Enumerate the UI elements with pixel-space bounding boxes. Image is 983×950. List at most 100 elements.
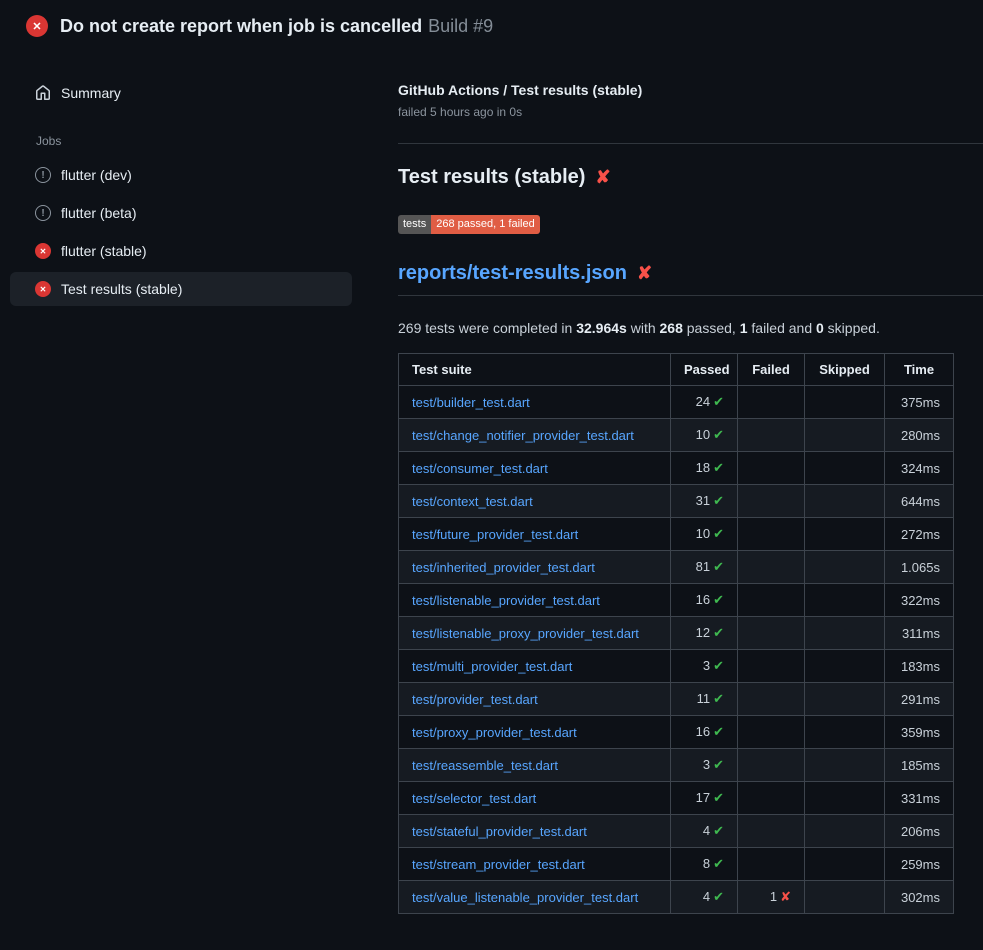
sidebar-job-item[interactable]: ! flutter (beta) [10, 196, 352, 230]
breadcrumb: GitHub Actions / Test results (stable) [398, 82, 983, 98]
time-cell: 322ms [885, 584, 954, 617]
skipped-cell [805, 716, 885, 749]
passed-count: 12 [696, 625, 710, 640]
skipped-cell [805, 881, 885, 914]
passed-cell: 8✔ [671, 848, 738, 881]
page-title: Do not create report when job is cancell… [60, 16, 493, 37]
sidebar-job-item[interactable]: ! flutter (dev) [10, 158, 352, 192]
time-cell: 183ms [885, 650, 954, 683]
time-cell: 185ms [885, 749, 954, 782]
skipped-cell [805, 782, 885, 815]
table-row: test/stateful_provider_test.dart 4✔ 206m… [399, 815, 954, 848]
skipped-cell [805, 551, 885, 584]
check-icon: ✔ [713, 592, 724, 607]
suite-link[interactable]: test/proxy_provider_test.dart [412, 725, 577, 740]
passed-count: 31 [696, 493, 710, 508]
divider [398, 143, 983, 144]
passed-count: 11 [697, 691, 711, 706]
job-label: flutter (stable) [61, 243, 147, 259]
alert-circle-icon: ! [35, 167, 51, 183]
failed-cell [738, 848, 805, 881]
summary-text: passed, [683, 320, 740, 336]
suite-link[interactable]: test/builder_test.dart [412, 395, 530, 410]
results-table: Test suite Passed Failed Skipped Time te… [398, 353, 954, 914]
results-table-body: test/builder_test.dart 24✔ 375ms test/ch… [399, 386, 954, 914]
failed-cell [738, 485, 805, 518]
failed-cell [738, 419, 805, 452]
sidebar-job-item[interactable]: ✕ flutter (stable) [10, 234, 352, 268]
suite-link[interactable]: test/future_provider_test.dart [412, 527, 578, 542]
failed-cell [738, 386, 805, 419]
passed-cell: 12✔ [671, 617, 738, 650]
suite-link[interactable]: test/multi_provider_test.dart [412, 659, 572, 674]
section-title: Test results (stable) ✘ [398, 166, 983, 189]
table-row: test/listenable_proxy_provider_test.dart… [399, 617, 954, 650]
x-circle-icon: ✕ [35, 243, 51, 259]
suite-link[interactable]: test/provider_test.dart [412, 692, 538, 707]
check-icon: ✔ [713, 724, 724, 739]
x-circle-icon: ✕ [35, 281, 51, 297]
passed-cell: 3✔ [671, 650, 738, 683]
suite-link[interactable]: test/reassemble_test.dart [412, 758, 558, 773]
main-content: GitHub Actions / Test results (stable) f… [382, 50, 983, 914]
time-cell: 1.065s [885, 551, 954, 584]
job-label: flutter (beta) [61, 205, 136, 221]
skipped-cell [805, 386, 885, 419]
failed-cell [738, 782, 805, 815]
alert-circle-icon: ! [35, 205, 51, 221]
suite-cell: test/reassemble_test.dart [399, 749, 671, 782]
passed-cell: 16✔ [671, 716, 738, 749]
summary-skipped-count: 0 [816, 320, 824, 336]
check-icon: ✔ [713, 856, 724, 871]
col-header-skipped: Skipped [805, 354, 885, 386]
time-cell: 375ms [885, 386, 954, 419]
suite-cell: test/value_listenable_provider_test.dart [399, 881, 671, 914]
suite-link[interactable]: test/selector_test.dart [412, 791, 536, 806]
time-cell: 302ms [885, 881, 954, 914]
sidebar-job-item[interactable]: ✕ Test results (stable) [10, 272, 352, 306]
tests-badge: tests 268 passed, 1 failed [398, 215, 540, 234]
badge-label: tests [398, 215, 431, 234]
suite-cell: test/consumer_test.dart [399, 452, 671, 485]
summary-text: 269 tests were completed in [398, 320, 576, 336]
suite-link[interactable]: test/listenable_provider_test.dart [412, 593, 600, 608]
suite-link[interactable]: test/inherited_provider_test.dart [412, 560, 595, 575]
passed-count: 3 [703, 658, 710, 673]
time-cell: 331ms [885, 782, 954, 815]
badge-value: 268 passed, 1 failed [431, 215, 539, 234]
passed-count: 10 [696, 427, 710, 442]
table-row: test/proxy_provider_test.dart 16✔ 359ms [399, 716, 954, 749]
suite-link[interactable]: test/stream_provider_test.dart [412, 857, 585, 872]
suite-link[interactable]: test/stateful_provider_test.dart [412, 824, 587, 839]
table-row: test/reassemble_test.dart 3✔ 185ms [399, 749, 954, 782]
passed-cell: 10✔ [671, 518, 738, 551]
time-cell: 311ms [885, 617, 954, 650]
skipped-cell [805, 419, 885, 452]
failed-status-icon: ✕ [26, 15, 48, 37]
passed-count: 4 [703, 889, 710, 904]
passed-cell: 10✔ [671, 419, 738, 452]
sidebar-item-summary[interactable]: Summary [10, 76, 352, 110]
table-row: test/stream_provider_test.dart 8✔ 259ms [399, 848, 954, 881]
suite-link[interactable]: test/change_notifier_provider_test.dart [412, 428, 634, 443]
suite-cell: test/listenable_provider_test.dart [399, 584, 671, 617]
suite-link[interactable]: test/consumer_test.dart [412, 461, 548, 476]
report-file-link[interactable]: reports/test-results.json [398, 262, 627, 285]
passed-cell: 81✔ [671, 551, 738, 584]
failed-cell [738, 584, 805, 617]
suite-link[interactable]: test/context_test.dart [412, 494, 533, 509]
time-cell: 359ms [885, 716, 954, 749]
col-header-passed: Passed [671, 354, 738, 386]
passed-count: 18 [696, 460, 710, 475]
suite-link[interactable]: test/value_listenable_provider_test.dart [412, 890, 638, 905]
table-row: test/value_listenable_provider_test.dart… [399, 881, 954, 914]
table-row: test/multi_provider_test.dart 3✔ 183ms [399, 650, 954, 683]
time-cell: 291ms [885, 683, 954, 716]
table-row: test/selector_test.dart 17✔ 331ms [399, 782, 954, 815]
check-icon: ✔ [713, 691, 724, 706]
build-number: Build #9 [428, 16, 493, 36]
col-header-failed: Failed [738, 354, 805, 386]
skipped-cell [805, 617, 885, 650]
suite-link[interactable]: test/listenable_proxy_provider_test.dart [412, 626, 639, 641]
time-cell: 272ms [885, 518, 954, 551]
